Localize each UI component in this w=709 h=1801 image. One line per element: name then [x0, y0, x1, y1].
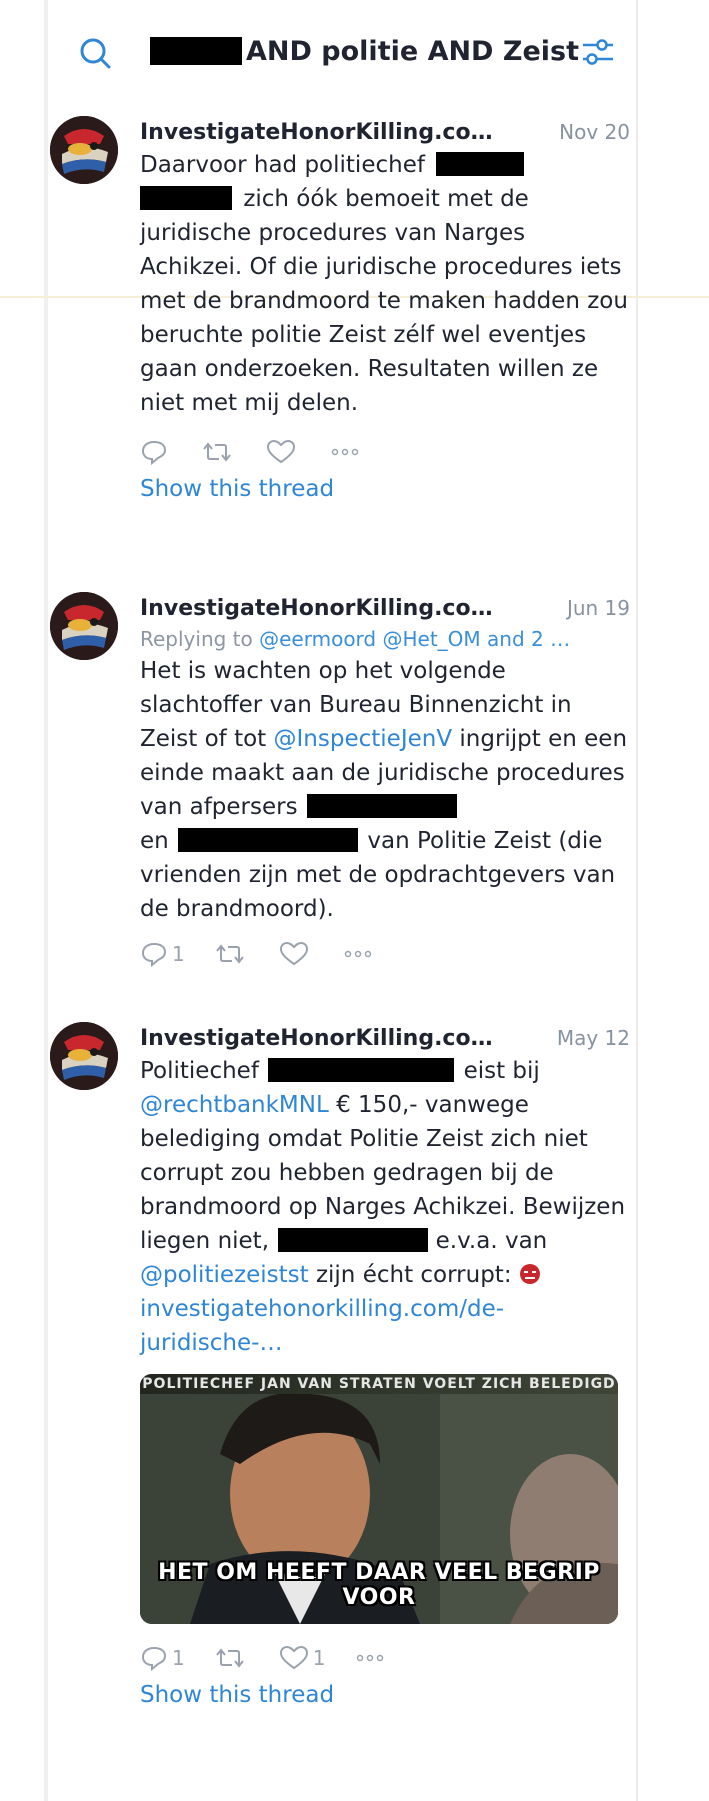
tweet-text: Daarvoor had politiechef zich óók bemoei…	[140, 148, 630, 420]
reply-button[interactable]: 1	[140, 941, 185, 967]
tweet-text-part: e.v.a. van	[435, 1228, 548, 1254]
tweet-actions: 1 1	[140, 1638, 630, 1678]
search-query-text: AND politie AND Zeist	[246, 35, 579, 67]
column-divider-right	[636, 0, 638, 1801]
redaction-bar	[278, 1228, 429, 1252]
like-icon	[279, 1645, 308, 1670]
like-button[interactable]	[279, 941, 313, 967]
angry-emoji-icon	[519, 1264, 540, 1284]
redaction-bar	[150, 37, 242, 65]
like-button[interactable]	[266, 439, 300, 465]
mention-link[interactable]: @rechtbankMNL	[140, 1092, 329, 1118]
tweet-text-part: Daarvoor had politiechef	[140, 152, 425, 178]
reply-count: 1	[172, 942, 185, 966]
avatar[interactable]	[50, 1022, 118, 1090]
avatar[interactable]	[50, 116, 118, 184]
column-divider-left	[44, 0, 48, 1801]
search-icon[interactable]	[76, 34, 116, 74]
more-icon	[344, 950, 371, 958]
show-thread-link[interactable]: Show this thread	[140, 472, 630, 506]
reply-icon	[141, 440, 167, 465]
tweet-date[interactable]: Nov 20	[559, 120, 630, 144]
retweet-button[interactable]	[202, 439, 236, 465]
tweet-media-image[interactable]: POLITIECHEF JAN VAN STRATEN VOELT ZICH B…	[140, 1374, 618, 1624]
filter-icon[interactable]	[578, 32, 618, 72]
author-name[interactable]: InvestigateHonorKilling.co…	[140, 596, 493, 621]
reply-button[interactable]	[140, 439, 172, 465]
tweet-text-part: Politiechef	[140, 1058, 259, 1084]
retweet-icon	[203, 442, 231, 462]
media-caption: HET OM HEEFT DAAR VEEL BEGRIP VOOR	[158, 1560, 600, 1610]
reply-icon	[141, 1646, 167, 1671]
tweet-actions	[140, 432, 630, 472]
tweet-text-part: en	[140, 828, 169, 854]
like-count: 1	[312, 1646, 326, 1670]
more-button[interactable]	[330, 447, 360, 457]
more-icon	[357, 1654, 384, 1662]
retweet-icon	[215, 1648, 244, 1668]
like-icon	[266, 439, 296, 464]
redaction-bar	[436, 152, 525, 176]
show-thread-link[interactable]: Show this thread	[140, 1678, 630, 1712]
avatar-image	[50, 592, 118, 660]
tweet-text: Politiechef eist bij @rechtbankMNL € 150…	[140, 1054, 630, 1360]
tweet-date[interactable]: May 12	[557, 1026, 630, 1050]
search-results-page: AND politie AND Zeist InvestigateHonorKi…	[0, 0, 709, 1801]
more-button[interactable]	[343, 949, 373, 959]
tweet-actions: 1	[140, 934, 630, 974]
tweet-text: Het is wachten op het volgende slachtoff…	[140, 654, 630, 926]
replying-to-mentions[interactable]: @eermoord @Het_OM and 2 …	[259, 627, 570, 651]
retweet-button[interactable]	[215, 941, 249, 967]
avatar-image	[50, 116, 118, 184]
author-name[interactable]: InvestigateHonorKilling.co…	[140, 1026, 493, 1051]
like-button[interactable]: 1	[279, 1645, 326, 1671]
avatar-image	[50, 1022, 118, 1090]
search-query[interactable]: AND politie AND Zeist	[150, 34, 579, 68]
mention-link[interactable]: @InspectieJenV	[274, 726, 453, 752]
media-top-text: POLITIECHEF JAN VAN STRATEN VOELT ZICH B…	[140, 1374, 618, 1394]
redaction-bar	[306, 794, 457, 818]
retweet-button[interactable]	[215, 1645, 249, 1671]
more-icon	[331, 448, 359, 456]
search-bar[interactable]: AND politie AND Zeist	[50, 20, 635, 82]
avatar[interactable]	[50, 592, 118, 660]
redaction-bar	[178, 828, 359, 852]
redaction-bar	[268, 1058, 455, 1082]
replying-to: Replying to @eermoord @Het_OM and 2 …	[140, 624, 630, 654]
mention-link[interactable]: @politiezeistst	[140, 1262, 309, 1288]
retweet-icon	[215, 944, 244, 964]
reply-icon	[141, 942, 167, 967]
tweet-date[interactable]: Jun 19	[567, 596, 630, 620]
more-button[interactable]	[355, 1653, 385, 1663]
author-name[interactable]: InvestigateHonorKilling.co…	[140, 120, 493, 145]
reply-button[interactable]: 1	[140, 1645, 185, 1671]
like-icon	[279, 941, 308, 966]
reply-count: 1	[172, 1646, 185, 1670]
url-link[interactable]: investigatehonorkilling.com/de-juridisch…	[140, 1296, 504, 1356]
tweet-text-part: zijn écht corrupt:	[315, 1262, 512, 1288]
redaction-bar	[140, 186, 232, 210]
replying-to-label: Replying to	[140, 627, 253, 651]
tweet-text-part: eist bij	[463, 1058, 540, 1084]
tweet-text-part: zich óók bemoeit met de juridische proce…	[140, 186, 628, 416]
